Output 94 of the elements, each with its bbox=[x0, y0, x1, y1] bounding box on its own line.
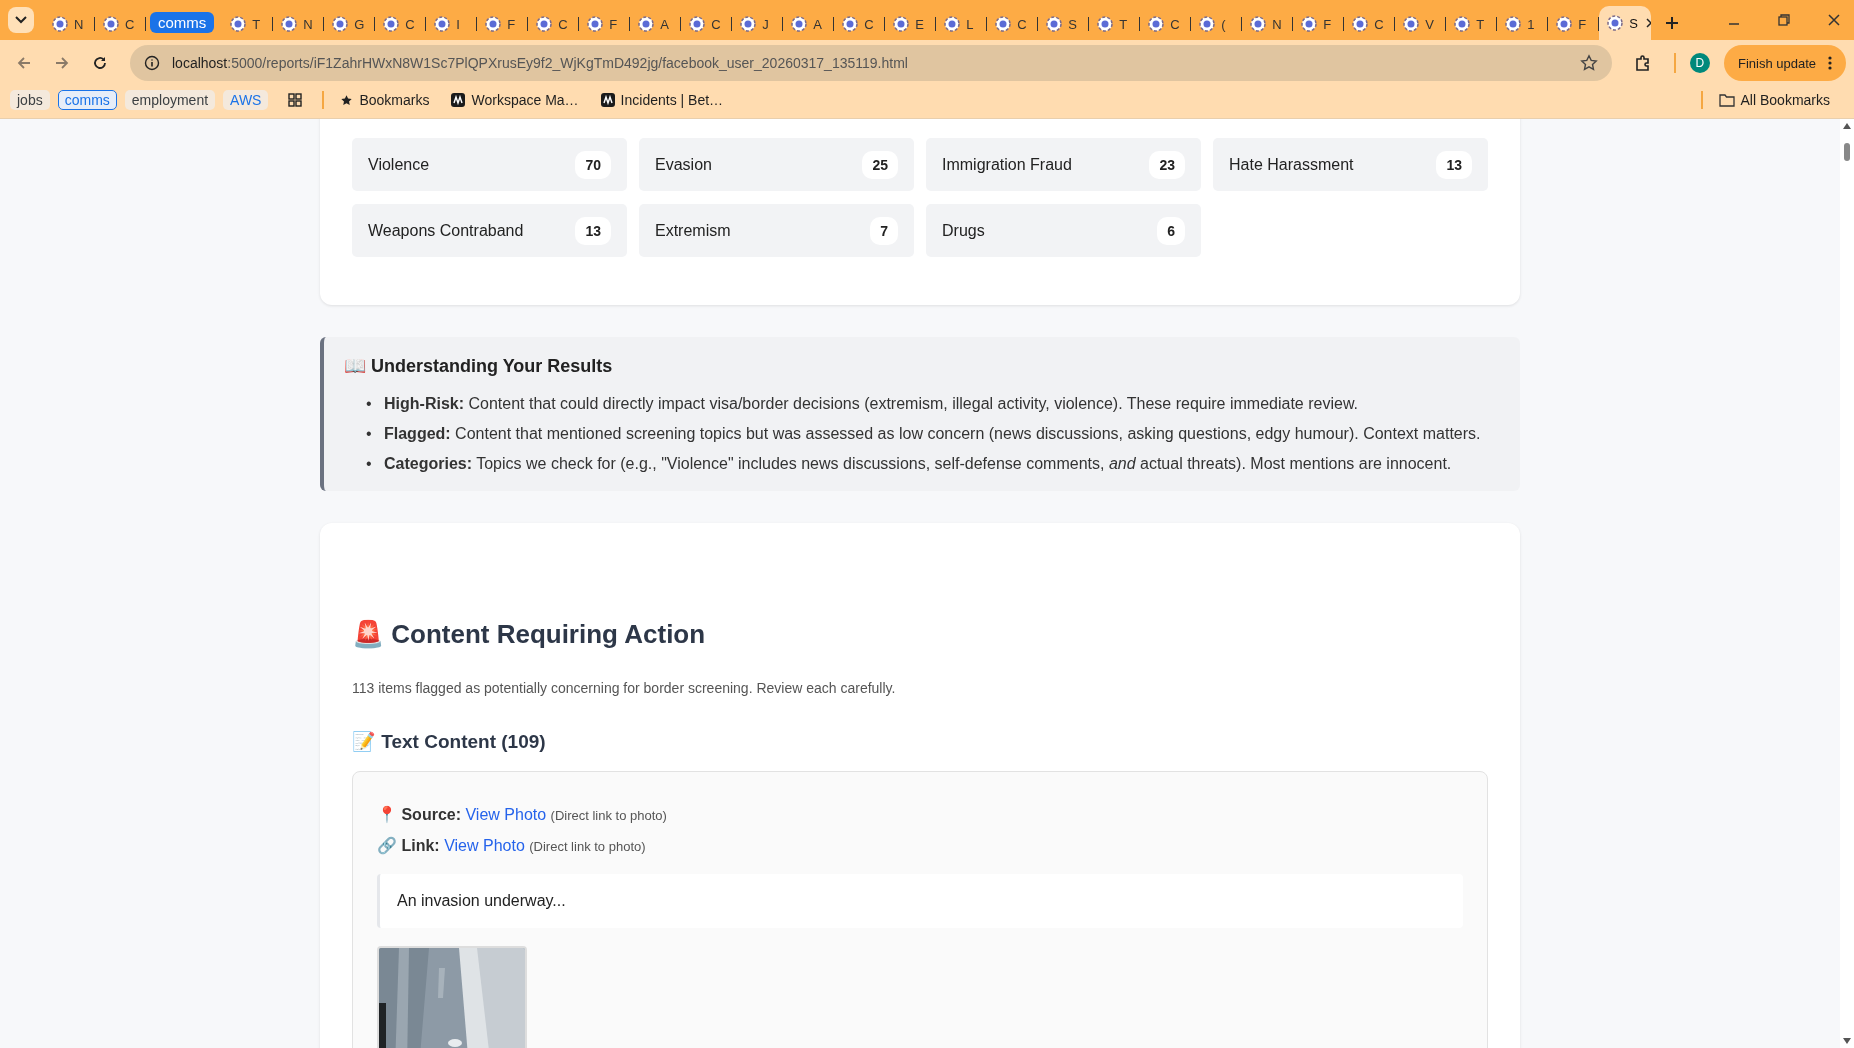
chevron-down-icon bbox=[15, 16, 27, 24]
info-title: 📖 Understanding Your Results bbox=[344, 355, 614, 377]
photo-link[interactable]: View Photo bbox=[465, 806, 547, 823]
site-icon bbox=[332, 16, 349, 32]
forward-icon[interactable] bbox=[54, 55, 70, 71]
scroll-up-icon[interactable] bbox=[1843, 123, 1851, 129]
address-bar[interactable]: localhost:5000/reports/iF1ZahrHWxN8W1Sc7PlQPXrusEy9f2_WjKgTmD492jg/facebook_user_20260317_135119.html bbox=[130, 45, 1612, 81]
browser-tab[interactable]: S bbox=[1599, 6, 1652, 40]
category-count: 13 bbox=[1436, 150, 1472, 179]
site-icon bbox=[1097, 16, 1114, 32]
more-icon[interactable] bbox=[1828, 56, 1832, 70]
category-name: Evasion bbox=[655, 155, 712, 174]
site-icon bbox=[1454, 16, 1471, 32]
site-icon bbox=[587, 16, 604, 32]
url-text: localhost:5000/reports/iF1ZahrHWxN8W1Sc7PlQPXrusEy9f2_WjKgTmD492jg/facebook_user_20260317_135119.html bbox=[172, 55, 909, 71]
bullet: • bbox=[366, 394, 373, 414]
category-count: 6 bbox=[1157, 216, 1185, 245]
site-icon bbox=[740, 16, 757, 32]
site-icon bbox=[52, 16, 68, 32]
category-name: Immigration Fraud bbox=[942, 155, 1072, 174]
source-line: 📍 Source: View Photo (Direct link to photo) bbox=[377, 805, 668, 825]
scroll-down-icon[interactable] bbox=[1843, 1038, 1851, 1044]
folder-icon bbox=[1718, 93, 1735, 107]
quoted-post: An invasion underway... bbox=[377, 874, 1463, 928]
category-name: Violence bbox=[368, 155, 430, 174]
site-icon bbox=[944, 16, 961, 32]
bullet: • bbox=[366, 424, 373, 444]
bookmark-group-chip[interactable]: comms bbox=[57, 90, 117, 110]
site-icon bbox=[536, 16, 553, 32]
bullet: • bbox=[366, 454, 373, 474]
bookmark-link[interactable]: Incidents | Bet… bbox=[620, 92, 724, 108]
site-icon bbox=[451, 93, 466, 107]
bookmark-group-chip[interactable]: employment bbox=[124, 90, 216, 110]
finish-update-button[interactable]: Finish update bbox=[1723, 45, 1846, 81]
site-icon bbox=[103, 16, 119, 32]
info-list-item: High-Risk: Content that could directly impact visa/border decisions (extremism, illegal activity, violence). These require immediate review. bbox=[384, 394, 1358, 414]
restore-icon[interactable] bbox=[1778, 14, 1790, 26]
profile-avatar[interactable]: D bbox=[1689, 53, 1710, 73]
subsection-heading: 📝 Text Content (109) bbox=[352, 730, 547, 753]
site-icon bbox=[1199, 16, 1216, 32]
new-tab-icon[interactable] bbox=[1665, 16, 1680, 30]
summary-text: 113 items flagged as potentially concerning for border screening. Review each carefully. bbox=[352, 680, 897, 696]
scrollbar[interactable] bbox=[1840, 119, 1854, 1048]
site-icon bbox=[383, 16, 400, 32]
section-heading: 🚨 Content Requiring Action bbox=[352, 619, 707, 650]
photo-link[interactable]: View Photo bbox=[444, 837, 525, 854]
site-icon bbox=[1505, 16, 1522, 32]
site-icon bbox=[1046, 16, 1063, 32]
category-count: 7 bbox=[870, 216, 898, 245]
site-icon bbox=[1301, 16, 1318, 32]
site-icon bbox=[791, 16, 808, 32]
info-icon[interactable] bbox=[144, 55, 160, 71]
site-icon bbox=[842, 16, 859, 32]
site-icon bbox=[1556, 16, 1573, 32]
scrollbar-thumb[interactable] bbox=[1844, 143, 1850, 161]
site-icon bbox=[638, 16, 655, 32]
category-count: 25 bbox=[862, 150, 898, 179]
tab-group-chip[interactable]: comms bbox=[150, 12, 215, 33]
site-icon bbox=[1148, 16, 1165, 32]
info-list-item: Flagged: Content that mentioned screening topics but was assessed as low concern (news discussions, asking questions, edgy humour). Context matters. bbox=[384, 424, 1481, 444]
category-name: Weapons Contraband bbox=[368, 221, 524, 240]
info-list-item: Categories: Topics we check for (e.g., "Violence" includes news discussions, self-defense comments, and actual threats). Most mentions are innocent. bbox=[384, 454, 1452, 474]
close-icon[interactable] bbox=[1828, 14, 1840, 26]
bookmark-star-icon[interactable] bbox=[1579, 54, 1598, 72]
category-name: Drugs bbox=[942, 221, 985, 240]
bookmark-link[interactable]: Workspace Ma… bbox=[471, 92, 579, 108]
site-icon bbox=[1250, 16, 1267, 32]
site-icon bbox=[1352, 16, 1369, 32]
category-name: Extremism bbox=[655, 221, 731, 240]
apps-grid-icon[interactable] bbox=[288, 93, 303, 107]
category-count: 23 bbox=[1149, 150, 1185, 179]
bookmark-link[interactable]: Bookmarks bbox=[359, 92, 430, 108]
tab-search-button[interactable] bbox=[8, 7, 34, 33]
category-name: Hate Harassment bbox=[1229, 155, 1354, 174]
site-icon bbox=[689, 16, 706, 32]
site-icon bbox=[230, 16, 247, 32]
site-icon bbox=[893, 16, 910, 32]
site-icon bbox=[995, 16, 1012, 32]
back-icon[interactable] bbox=[16, 55, 32, 71]
source-line: 🔗 Link: View Photo (Direct link to photo) bbox=[377, 836, 647, 856]
reload-icon[interactable] bbox=[92, 55, 108, 71]
site-icon bbox=[485, 16, 502, 32]
bookmark-group-chip[interactable]: AWS bbox=[223, 90, 269, 110]
bookmark-group-chip[interactable]: jobs bbox=[10, 90, 50, 110]
site-icon bbox=[1403, 16, 1420, 32]
site-icon bbox=[1607, 15, 1624, 31]
site-icon bbox=[281, 16, 298, 32]
star-icon bbox=[340, 93, 354, 107]
bookmark-link[interactable]: All Bookmarks bbox=[1740, 92, 1830, 108]
site-icon bbox=[600, 93, 615, 107]
site-icon bbox=[434, 16, 451, 32]
category-count: 13 bbox=[575, 216, 611, 245]
category-count: 70 bbox=[575, 150, 611, 179]
extensions-icon[interactable] bbox=[1633, 54, 1652, 72]
